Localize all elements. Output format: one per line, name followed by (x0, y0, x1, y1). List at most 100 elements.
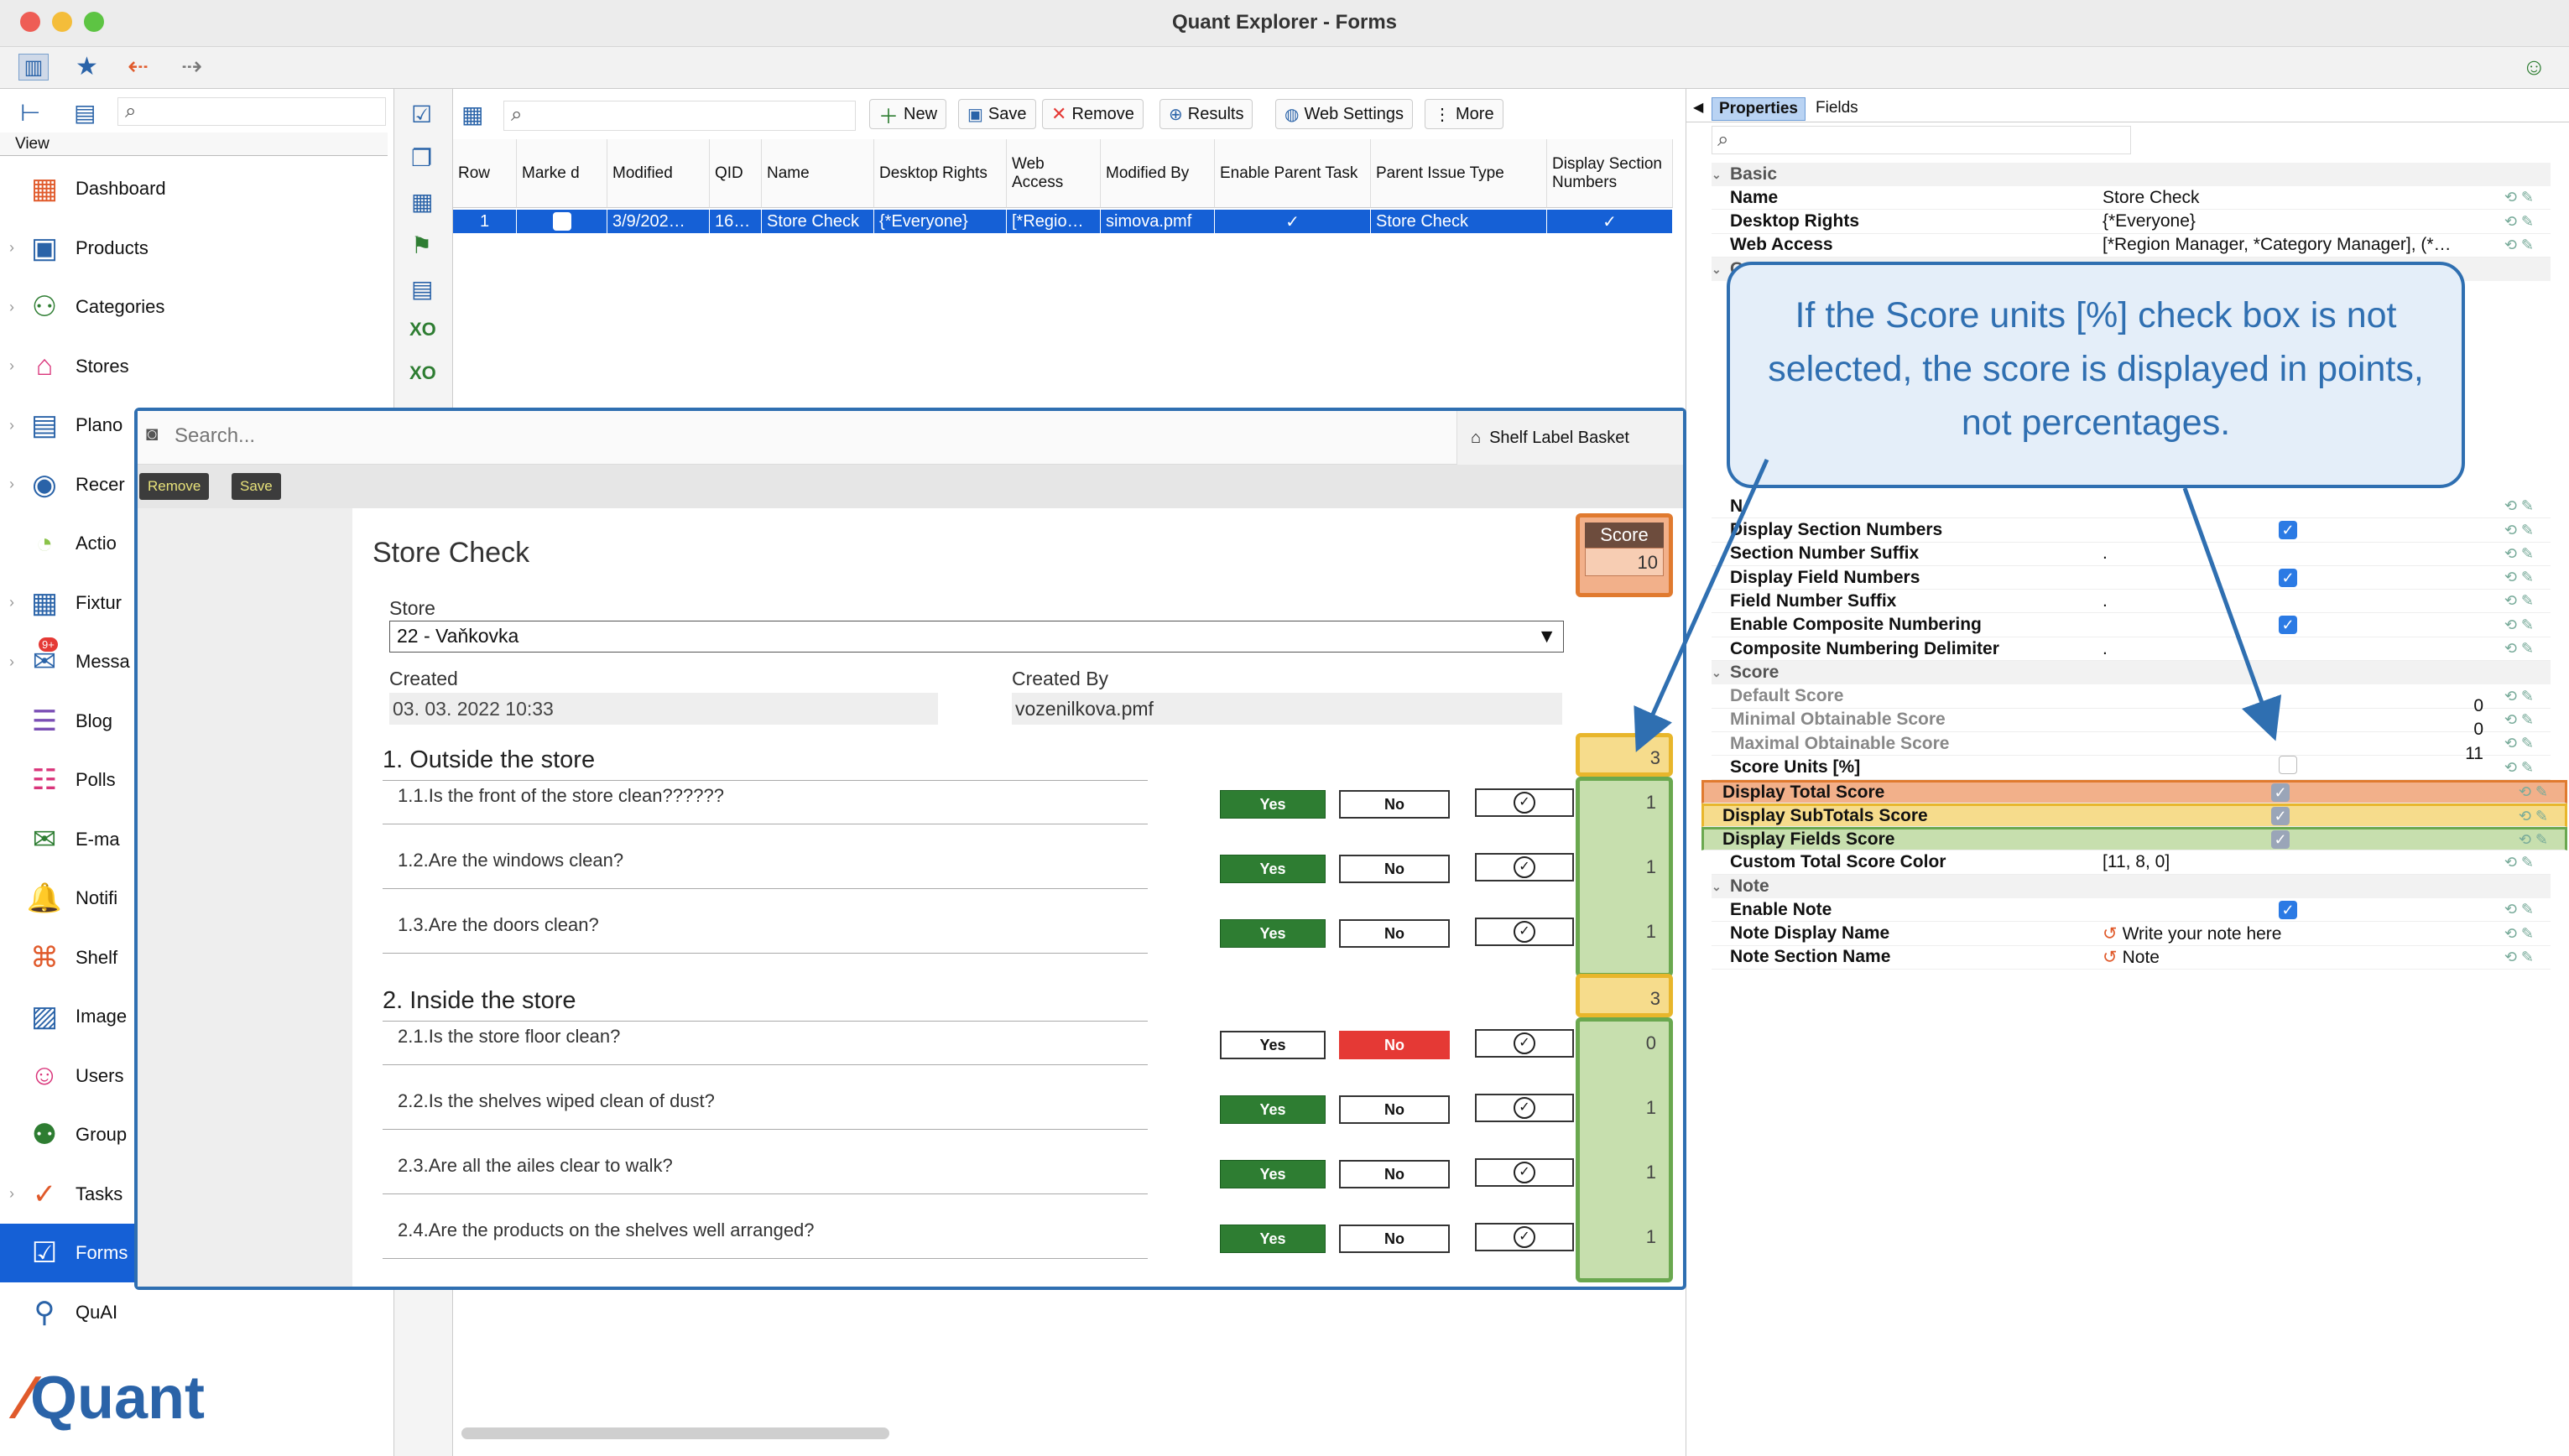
check-circle-icon[interactable]: ✓ (1475, 1029, 1574, 1058)
property-actions-icon[interactable]: ⟲ ✎ (2504, 569, 2534, 586)
property-checkbox[interactable]: ✓ (2279, 900, 2297, 919)
property-value[interactable]: [11, 8, 0] (2094, 852, 2551, 872)
property-actions-icon[interactable]: ⟲ ✎ (2504, 616, 2534, 634)
grid-cell[interactable]: [*Regio… (1007, 210, 1101, 233)
property-value[interactable]: ✓ (2094, 900, 2551, 920)
document-icon[interactable]: ▤ (411, 275, 433, 303)
property-checkbox[interactable]: ✓ (2271, 783, 2290, 802)
sidebar-item-dashboard[interactable]: ▦ Dashboard (0, 159, 394, 218)
sidebar-item-stores[interactable]: › ⌂ Stores (0, 337, 394, 396)
tree-view-icon[interactable]: ⊢ (20, 99, 40, 127)
chevron-right-icon[interactable]: › (0, 653, 23, 671)
column-header[interactable]: Modified By (1101, 139, 1215, 208)
property-value[interactable]: . (2094, 591, 2551, 611)
save-button[interactable]: ▣ Save (958, 99, 1036, 129)
yes-button[interactable]: Yes (1220, 855, 1326, 883)
smiley-icon[interactable]: ☺ (2522, 54, 2546, 81)
horizontal-scrollbar[interactable] (461, 1427, 889, 1439)
favorites-star-icon[interactable]: ★ (76, 54, 98, 81)
yes-button[interactable]: Yes (1220, 1160, 1326, 1188)
no-button[interactable]: No (1339, 790, 1450, 819)
property-actions-icon[interactable]: ⟲ ✎ (2504, 688, 2534, 705)
property-value[interactable]: ✓ (2094, 568, 2551, 588)
property-value[interactable]: [*Region Manager, *Category Manager], (*… (2094, 235, 2551, 255)
remove-button[interactable]: ✕ Remove (1042, 99, 1144, 129)
property-actions-icon[interactable]: ⟲ ✎ (2519, 808, 2548, 825)
property-actions-icon[interactable]: ⟲ ✎ (2504, 901, 2534, 918)
property-actions-icon[interactable]: ⟲ ✎ (2504, 592, 2534, 610)
column-header[interactable]: Modified (607, 139, 710, 208)
grid-cell[interactable]: simova.pmf (1101, 210, 1215, 233)
sidebar-search-input[interactable]: ⌕ (117, 97, 386, 126)
check-circle-icon[interactable]: ✓ (1475, 788, 1574, 817)
property-value[interactable]: ↺ Note (2094, 947, 2551, 968)
grid-cell[interactable]: {*Everyone} (874, 210, 1007, 233)
copy-icon[interactable]: ❐ (411, 144, 432, 172)
property-checkbox[interactable]: ✓ (2271, 830, 2290, 850)
no-button[interactable]: No (1339, 1095, 1450, 1124)
property-value[interactable]: ✓ (2087, 806, 2565, 826)
flag-icon[interactable]: ⚑ (411, 231, 432, 259)
property-checkbox[interactable]: ✓ (2279, 521, 2297, 539)
check-circle-icon[interactable]: ✓ (1475, 1223, 1574, 1251)
store-select[interactable]: 22 - Vaňkovka ▼ (389, 621, 1564, 653)
property-section[interactable]: ⌄ Basic (1712, 163, 2551, 186)
check-circle-icon[interactable]: ✓ (1475, 1094, 1574, 1122)
grid-cell[interactable]: 3/9/202… (607, 210, 710, 233)
property-checkbox[interactable] (2279, 756, 2297, 774)
excel-export-icon[interactable]: XO (409, 319, 436, 341)
property-value[interactable]: Store Check (2094, 188, 2551, 208)
shelf-label-basket-button[interactable]: ⌂ Shelf Label Basket (1456, 411, 1683, 465)
column-header[interactable]: Marke d (517, 139, 607, 208)
column-header[interactable]: Parent Issue Type (1371, 139, 1547, 208)
property-actions-icon[interactable]: ⟲ ✎ (2504, 213, 2534, 231)
chevron-right-icon[interactable]: › (0, 417, 23, 434)
forward-arrow-icon[interactable]: ⇢ (181, 54, 202, 81)
grid-cell[interactable]: Store Check (762, 210, 874, 233)
property-checkbox[interactable]: ✓ (2279, 568, 2297, 587)
chevron-right-icon[interactable]: › (0, 239, 23, 257)
web-settings-button[interactable]: ◍ Web Settings (1275, 99, 1414, 129)
chevron-down-icon[interactable]: ⌄ (1712, 168, 1730, 182)
grid-cell[interactable]: 1 (453, 210, 517, 233)
preview-remove-button[interactable]: Remove (139, 473, 210, 500)
column-header[interactable]: Display Section Numbers (1547, 139, 1673, 208)
no-button[interactable]: No (1339, 1225, 1450, 1253)
check-circle-icon[interactable]: ✓ (1475, 853, 1574, 881)
camera-icon[interactable]: ◙ (146, 423, 159, 446)
chevron-right-icon[interactable]: › (0, 1185, 23, 1203)
column-header[interactable]: Enable Parent Task (1215, 139, 1371, 208)
property-actions-icon[interactable]: ⟲ ✎ (2504, 735, 2534, 752)
grid-cell[interactable]: Store Check (1371, 210, 1547, 233)
yes-button[interactable]: Yes (1220, 919, 1326, 948)
no-button[interactable]: No (1339, 1160, 1450, 1188)
property-value[interactable]: ✓ (2094, 615, 2551, 635)
property-value[interactable]: ↺ Write your note here (2094, 923, 2551, 944)
property-section[interactable]: ⌄ Note (1712, 875, 2551, 898)
grid-search-input[interactable]: ⌕ (503, 101, 856, 131)
grid-cell[interactable] (517, 210, 607, 233)
property-actions-icon[interactable]: ⟲ ✎ (2504, 759, 2534, 777)
property-value[interactable]: ✓ (2087, 829, 2565, 850)
property-value[interactable] (2094, 756, 2551, 779)
grid-cell[interactable]: 16… (710, 210, 762, 233)
excel-import-icon[interactable]: XO (409, 362, 436, 384)
results-button[interactable]: ⊕ Results (1159, 99, 1253, 129)
property-value[interactable]: ✓ (2094, 520, 2551, 540)
sidebar-item-quai[interactable]: ⚲ QuAI (0, 1283, 394, 1342)
property-actions-icon[interactable]: ⟲ ✎ (2504, 522, 2534, 539)
property-actions-icon[interactable]: ⟲ ✎ (2504, 949, 2534, 966)
yes-button[interactable]: Yes (1220, 1225, 1326, 1253)
back-arrow-icon[interactable]: ⇠ (128, 54, 149, 81)
yes-button[interactable]: Yes (1220, 1031, 1326, 1059)
preview-save-button[interactable]: Save (232, 473, 281, 500)
property-value[interactable]: . (2094, 639, 2551, 659)
property-value[interactable]: ✓ (2087, 783, 2565, 803)
property-actions-icon[interactable]: ⟲ ✎ (2504, 925, 2534, 943)
column-header[interactable]: Name (762, 139, 874, 208)
property-actions-icon[interactable]: ⟲ ✎ (2504, 545, 2534, 563)
sidebar-item-categories[interactable]: › ⚇ Categories (0, 278, 394, 336)
property-value[interactable]: . (2094, 543, 2551, 564)
column-header[interactable]: QID (710, 139, 762, 208)
chevron-down-icon[interactable]: ⌄ (1712, 263, 1730, 277)
